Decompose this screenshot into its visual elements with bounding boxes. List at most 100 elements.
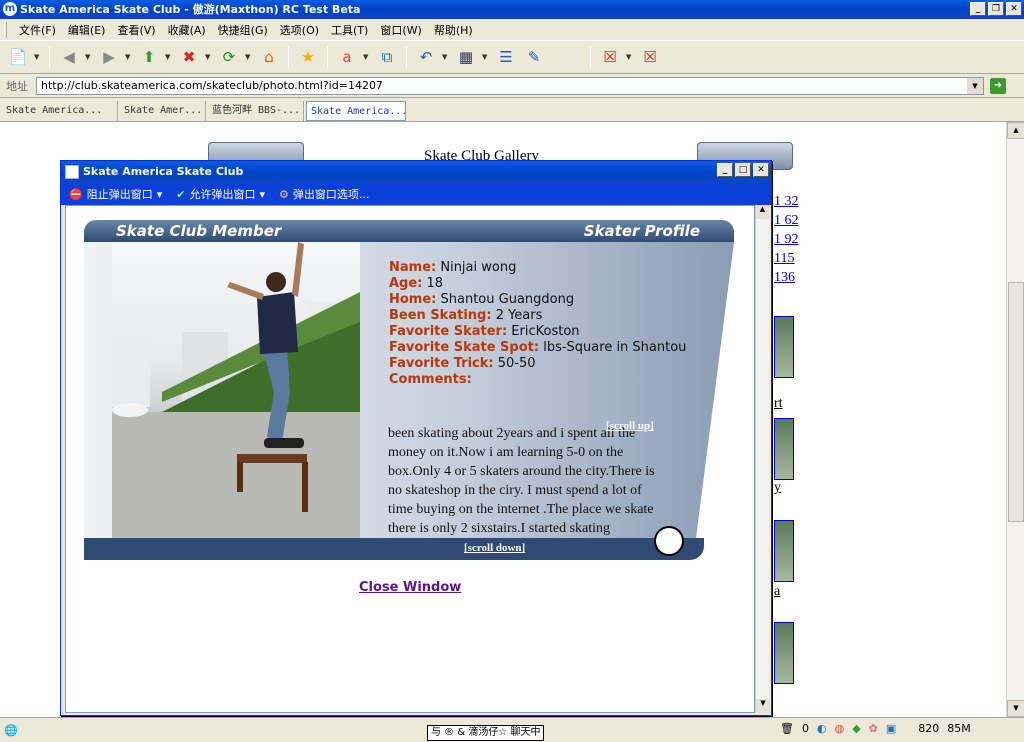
tab-bar: Skate America... Skate Amer... 蓝色河畔 BBS-… — [0, 98, 1024, 122]
forward-icon[interactable]: ▶ — [97, 45, 121, 69]
thumbnail-caption[interactable]: rt — [774, 396, 783, 412]
menu-file[interactable]: 文件(F) — [13, 22, 62, 38]
minimize-button[interactable]: _ — [970, 2, 986, 16]
chevron-down-icon[interactable]: ▼ — [245, 53, 253, 61]
home-icon[interactable]: ⌂ — [257, 45, 281, 69]
scroll-up-arrow-icon[interactable]: ▲ — [756, 205, 769, 219]
chevron-down-icon[interactable]: ▼ — [626, 53, 634, 61]
menu-edit[interactable]: 编辑(E) — [62, 22, 112, 38]
menu-window[interactable]: 窗口(W) — [374, 22, 427, 38]
allow-popup-button[interactable]: ✔ 允许弹出窗口 ▾ — [176, 186, 265, 202]
list-icon[interactable]: ☰ — [494, 45, 518, 69]
menu-tools[interactable]: 工具(T) — [325, 22, 374, 38]
close-tab-icon[interactable]: ☒ — [598, 45, 622, 69]
tray-icon[interactable]: ▣ — [886, 722, 896, 735]
go-button[interactable]: ➜ — [990, 77, 1006, 94]
menu-view[interactable]: 查看(V) — [111, 22, 161, 38]
tray-icon[interactable]: ◆ — [852, 722, 860, 735]
gallery-thumbnail[interactable] — [774, 418, 794, 480]
open-window-icon[interactable]: ⧉ — [375, 45, 399, 69]
scroll-down-link[interactable]: [scroll down] — [464, 542, 525, 554]
toolbar-grip[interactable] — [4, 21, 7, 38]
tray-icon[interactable]: ◐ — [817, 722, 827, 735]
menu-favorites[interactable]: 收藏(A) — [162, 22, 212, 38]
scroll-down-arrow-icon[interactable]: ▼ — [756, 699, 770, 713]
comment-text: been skating about 2years and i spent al… — [388, 426, 655, 536]
scroll-up-arrow-icon[interactable]: ▲ — [1007, 122, 1024, 139]
tab-1[interactable]: Skate America... — [2, 101, 118, 121]
chevron-down-icon[interactable]: ▼ — [85, 53, 93, 61]
menu-options[interactable]: 选项(O) — [274, 22, 325, 38]
scrollbar-thumb[interactable] — [1008, 282, 1024, 522]
page-link[interactable]: 1 62 — [774, 213, 799, 229]
profile-field-comments: Comments: — [389, 372, 472, 387]
up-icon[interactable]: ⬆ — [137, 45, 161, 69]
popup-options-button[interactable]: ⚙ 弹出窗口选项... — [279, 186, 369, 202]
chevron-down-icon[interactable]: ▼ — [363, 53, 371, 61]
menu-bar: 文件(F) 编辑(E) 查看(V) 收藏(A) 快捷组(G) 选项(O) 工具(… — [0, 19, 1024, 41]
gallery-thumbnail[interactable] — [774, 316, 794, 378]
chevron-down-icon[interactable]: ▼ — [967, 77, 983, 94]
menu-help[interactable]: 帮助(H) — [428, 22, 479, 38]
popup-content: Skate Club Member Skater Profile Name: N… — [65, 205, 755, 713]
close-all-icon[interactable]: ☒ — [638, 45, 662, 69]
gallery-thumbnail[interactable] — [774, 520, 794, 582]
refresh-icon[interactable]: ⟳ — [217, 45, 241, 69]
stop-icon[interactable]: ✖ — [177, 45, 201, 69]
globe-icon: 🌐 — [4, 723, 18, 737]
page-link[interactable]: 1 92 — [774, 232, 799, 248]
chevron-down-icon[interactable]: ▼ — [442, 53, 450, 61]
edit-icon[interactable]: ✎ — [522, 45, 546, 69]
restore-button[interactable]: ❐ — [988, 2, 1004, 16]
back-icon[interactable]: ◀ — [57, 45, 81, 69]
popup-close-button[interactable]: ✕ — [753, 163, 769, 177]
search-engine-icon[interactable]: a — [335, 45, 359, 69]
profile-card: Skate Club Member Skater Profile Name: N… — [84, 220, 738, 560]
tray-icon[interactable]: ✿ — [869, 722, 878, 735]
popup-minimize-button[interactable]: _ — [717, 163, 733, 177]
options-icon: ⚙ — [278, 187, 289, 201]
popup-scrollbar[interactable]: ▲ ▼ — [755, 205, 770, 713]
chevron-down-icon[interactable]: ▼ — [165, 53, 173, 61]
trash-icon[interactable]: 🗑 — [780, 722, 794, 735]
block-popup-button[interactable]: ⛔ 阻止弹出窗口 ▾ — [69, 186, 162, 202]
chevron-down-icon[interactable]: ▼ — [482, 53, 490, 61]
close-button[interactable]: ✕ — [1006, 2, 1022, 16]
tab-4[interactable]: Skate America... — [306, 101, 406, 121]
popup-blocker-bar: ⛔ 阻止弹出窗口 ▾ ✔ 允许弹出窗口 ▾ ⚙ 弹出窗口选项... — [61, 183, 771, 205]
trash-count: 0 — [801, 722, 809, 735]
tab-2[interactable]: Skate Amer... — [120, 101, 206, 121]
page-link[interactable]: 115 — [774, 251, 794, 267]
thumbnail-caption[interactable]: a — [774, 584, 780, 600]
chevron-down-icon[interactable]: ▼ — [125, 53, 133, 61]
close-window-link[interactable]: Close Window — [359, 580, 461, 595]
memory-unit: 85M — [947, 722, 971, 735]
page-link[interactable]: 136 — [774, 270, 795, 286]
popup-maximize-button[interactable]: □ — [735, 163, 751, 177]
profile-field-name: Name: Ninjai wong — [389, 260, 517, 275]
address-url[interactable]: http://club.skateamerica.com/skateclub/p… — [41, 79, 383, 92]
divider — [327, 46, 328, 68]
card-header: Skate Club Member Skater Profile — [84, 220, 734, 242]
favorites-star-icon[interactable]: ★ — [296, 45, 320, 69]
scroll-down-arrow-icon[interactable]: ▼ — [1007, 700, 1024, 717]
popup-title-bar: Skate America Skate Club _ □ ✕ — [61, 161, 771, 183]
block-icon: ⛔ — [69, 187, 83, 201]
scroll-up-link[interactable]: [scroll up] — [606, 420, 654, 432]
address-input[interactable]: http://club.skateamerica.com/skateclub/p… — [36, 76, 984, 95]
chat-status[interactable]: 与 ® & 滴汤仔☆ 聊天中 — [427, 725, 545, 741]
profile-field-favorite-spot: Favorite Skate Spot: lbs-Square in Shant… — [389, 340, 687, 355]
chevron-down-icon[interactable]: ▼ — [205, 53, 213, 61]
thumbnail-caption[interactable]: y — [774, 480, 781, 496]
columns-icon[interactable]: ▦ — [454, 45, 478, 69]
page-scrollbar[interactable]: ▲ ▼ — [1006, 122, 1024, 717]
gallery-thumbnail[interactable] — [774, 622, 794, 684]
tray-icon[interactable]: ◍ — [835, 722, 845, 735]
page-link[interactable]: 1 32 — [774, 194, 799, 210]
tab-3[interactable]: 蓝色河畔 BBS-... — [208, 101, 304, 121]
card-footer — [84, 538, 704, 560]
new-page-icon[interactable]: 📄 — [6, 45, 30, 69]
undo-icon[interactable]: ↶ — [414, 45, 438, 69]
chevron-down-icon[interactable]: ▼ — [34, 53, 42, 61]
menu-groups[interactable]: 快捷组(G) — [212, 22, 274, 38]
